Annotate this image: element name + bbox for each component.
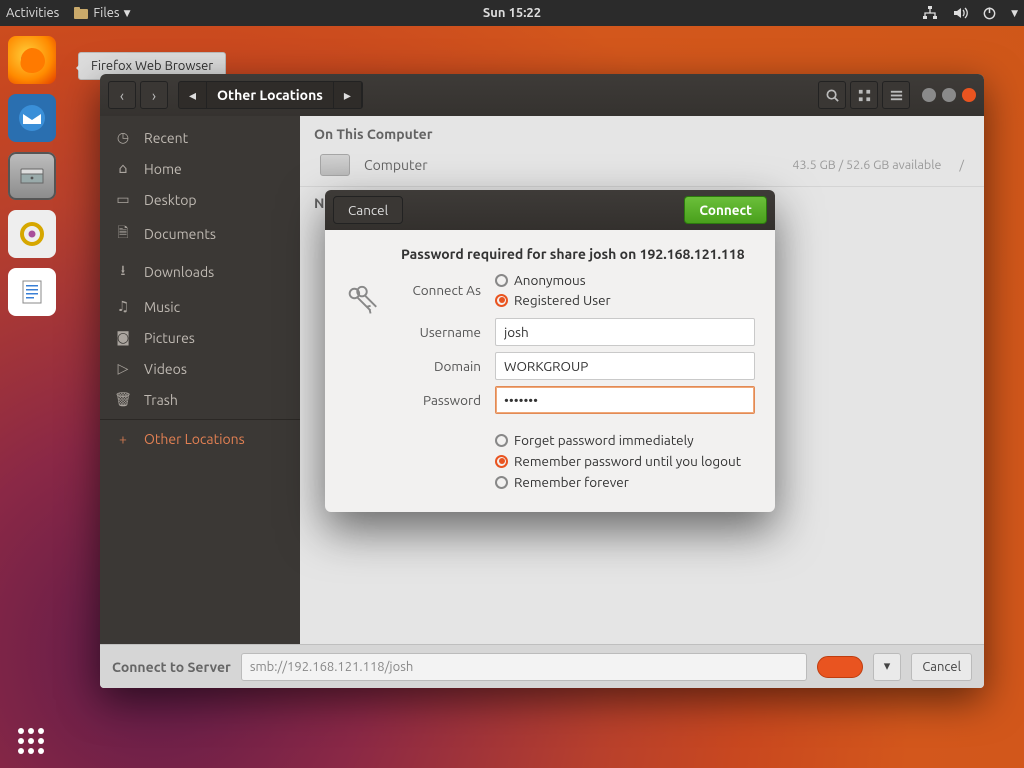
view-toggle-button[interactable]	[850, 81, 878, 109]
pictures-icon: ◙	[114, 329, 132, 346]
sidebar-item-label: Recent	[144, 130, 188, 146]
server-address-input[interactable]	[241, 653, 807, 681]
sidebar-item-recent[interactable]: ◷ Recent	[100, 122, 300, 153]
plus-icon: +	[114, 431, 132, 447]
hamburger-menu-button[interactable]	[882, 81, 910, 109]
sidebar-item-other-locations[interactable]: + Other Locations	[100, 424, 300, 454]
password-input[interactable]	[495, 386, 755, 414]
radio-forget[interactable]: Forget password immediately	[495, 432, 755, 448]
launcher-thunderbird[interactable]	[8, 94, 56, 142]
radio-icon	[495, 294, 508, 307]
documents-icon: 🗎	[114, 222, 132, 246]
activities-button[interactable]: Activities	[6, 6, 59, 20]
connect-label: Connect to Server	[112, 659, 231, 675]
chevron-down-icon: ▼	[124, 8, 131, 19]
password-label: Password	[345, 392, 495, 408]
path-prev[interactable]: ◂	[179, 82, 207, 108]
places-sidebar: ◷ Recent ⌂ Home ▭ Desktop 🗎 Documents ⭳ Downl…	[100, 116, 300, 644]
download-icon: ⭳	[114, 260, 132, 284]
sidebar-item-label: Other Locations	[144, 431, 245, 447]
sidebar-item-music[interactable]: ♫ Music	[100, 291, 300, 322]
minimize-button[interactable]	[922, 88, 936, 102]
sidebar-item-label: Documents	[144, 226, 216, 242]
launcher-firefox[interactable]	[8, 36, 56, 84]
connect-toggle[interactable]	[817, 656, 863, 678]
sidebar-item-trash[interactable]: 🗑 Trash	[100, 384, 300, 415]
sidebar-item-videos[interactable]: ▷ Videos	[100, 353, 300, 384]
radio-label: Anonymous	[514, 272, 586, 288]
radio-icon	[495, 434, 508, 447]
sidebar-item-label: Desktop	[144, 192, 197, 208]
close-button[interactable]	[962, 88, 976, 102]
sidebar-item-desktop[interactable]: ▭ Desktop	[100, 184, 300, 215]
sidebar-item-label: Pictures	[144, 330, 195, 346]
breadcrumb-current[interactable]: Other Locations	[207, 82, 334, 108]
radio-icon	[495, 274, 508, 287]
clock[interactable]: Sun 15:22	[483, 6, 541, 20]
network-icon[interactable]	[922, 5, 938, 21]
radio-label: Remember forever	[514, 474, 629, 490]
files-icon	[73, 5, 89, 21]
search-button[interactable]	[818, 81, 846, 109]
connect-cancel-button[interactable]: Cancel	[911, 653, 972, 681]
server-history-dropdown[interactable]: ▾	[873, 653, 902, 681]
radio-label: Registered User	[514, 292, 611, 308]
domain-label: Domain	[345, 358, 495, 374]
clock-icon: ◷	[114, 129, 132, 146]
launcher-rhythmbox[interactable]	[8, 210, 56, 258]
path-next[interactable]: ▸	[334, 82, 362, 108]
files-headerbar: ‹ › ◂ Other Locations ▸	[100, 74, 984, 116]
radio-until-logout[interactable]: Remember password until you logout	[495, 453, 755, 469]
trash-icon: 🗑	[114, 391, 132, 408]
username-input[interactable]	[495, 318, 755, 346]
auth-dialog: Cancel Connect Password required for sha…	[325, 190, 775, 512]
videos-icon: ▷	[114, 360, 132, 377]
dialog-cancel-button[interactable]: Cancel	[333, 196, 403, 224]
show-applications-icon[interactable]	[18, 728, 44, 754]
radio-label: Forget password immediately	[514, 432, 694, 448]
domain-input[interactable]	[495, 352, 755, 380]
desktop-icon: ▭	[114, 191, 132, 208]
username-label: Username	[345, 324, 495, 340]
app-menu-label: Files	[93, 6, 119, 20]
connect-to-server-bar: Connect to Server ▾ Cancel	[100, 644, 984, 688]
radio-anonymous[interactable]: Anonymous	[495, 272, 611, 288]
power-icon[interactable]	[982, 6, 997, 21]
launcher-writer[interactable]	[8, 268, 56, 316]
radio-forever[interactable]: Remember forever	[495, 474, 755, 490]
sidebar-item-label: Trash	[144, 392, 178, 408]
sidebar-item-label: Videos	[144, 361, 187, 377]
nav-back-button[interactable]: ‹	[108, 81, 136, 109]
radio-registered[interactable]: Registered User	[495, 292, 611, 308]
home-icon: ⌂	[114, 160, 132, 177]
sidebar-item-pictures[interactable]: ◙ Pictures	[100, 322, 300, 353]
nav-forward-button[interactable]: ›	[140, 81, 168, 109]
sidebar-item-downloads[interactable]: ⭳ Downloads	[100, 253, 300, 291]
radio-icon	[495, 476, 508, 489]
dialog-title: Password required for share josh on 192.…	[401, 246, 755, 262]
sidebar-item-label: Downloads	[144, 264, 214, 280]
app-menu[interactable]: Files ▼	[73, 5, 130, 21]
keys-icon	[343, 284, 381, 322]
sidebar-item-label: Home	[144, 161, 182, 177]
sidebar-item-label: Music	[144, 299, 180, 315]
radio-label: Remember password until you logout	[514, 453, 741, 469]
launcher	[0, 26, 64, 768]
sidebar-item-documents[interactable]: 🗎 Documents	[100, 215, 300, 253]
launcher-files[interactable]	[8, 152, 56, 200]
chevron-down-icon[interactable]: ▼	[1011, 8, 1018, 19]
maximize-button[interactable]	[942, 88, 956, 102]
music-icon: ♫	[114, 298, 132, 315]
radio-icon	[495, 455, 508, 468]
dialog-header: Cancel Connect	[325, 190, 775, 230]
volume-icon[interactable]	[952, 5, 968, 21]
sidebar-item-home[interactable]: ⌂ Home	[100, 153, 300, 184]
path-bar[interactable]: ◂ Other Locations ▸	[178, 81, 363, 109]
top-bar: Activities Files ▼ Sun 15:22 ▼	[0, 0, 1024, 26]
window-controls	[922, 88, 976, 102]
dialog-connect-button[interactable]: Connect	[684, 196, 767, 224]
